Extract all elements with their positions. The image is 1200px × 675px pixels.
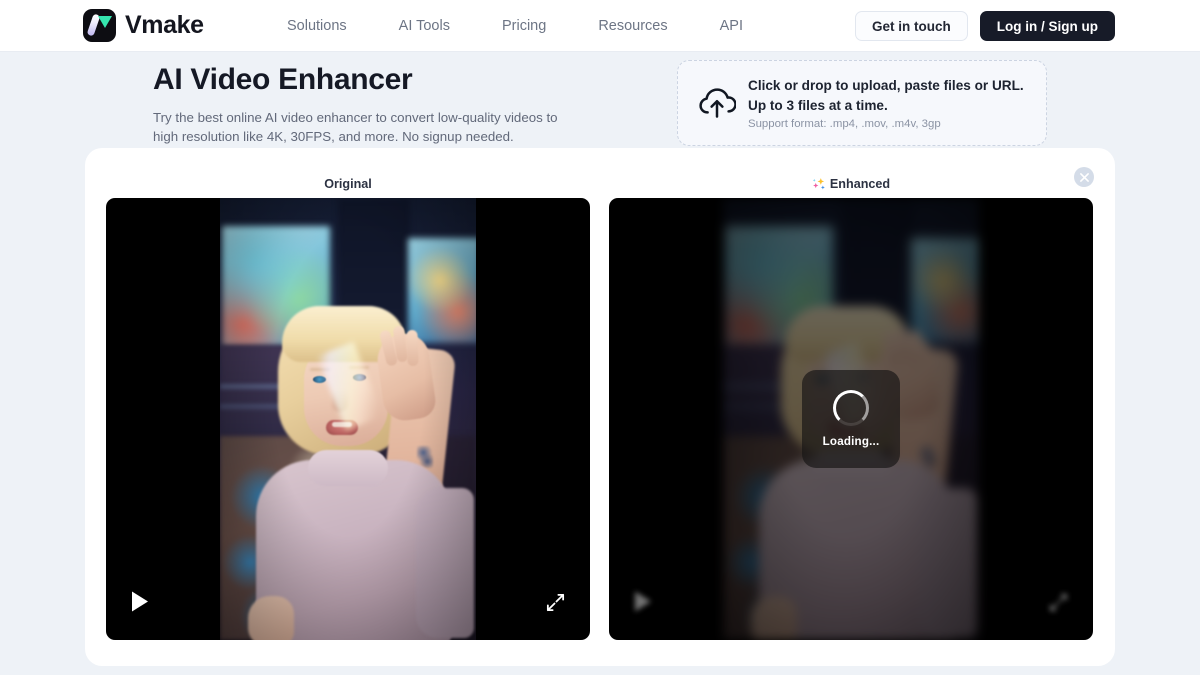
loading-overlay: Loading... bbox=[802, 370, 900, 468]
panel-original-label: Original bbox=[324, 177, 372, 191]
upload-dropzone[interactable]: Click or drop to upload, paste files or … bbox=[677, 60, 1047, 146]
hero-text-block: AI Video Enhancer Try the best online AI… bbox=[153, 63, 653, 146]
panel-original-label-row: Original bbox=[106, 170, 590, 198]
panel-enhanced-label: Enhanced bbox=[829, 177, 891, 191]
fullscreen-expand-icon[interactable] bbox=[545, 592, 566, 618]
panel-original: Original bbox=[106, 170, 590, 640]
brand-logo[interactable]: Vmake bbox=[83, 9, 204, 42]
upload-text-block: Click or drop to upload, paste files or … bbox=[748, 76, 1024, 130]
nav-item-pricing[interactable]: Pricing bbox=[476, 18, 572, 34]
video-panels: Original Enhanced Loading... bbox=[106, 170, 1094, 640]
comparison-card: Original Enhanced Loading... bbox=[85, 148, 1115, 666]
page-title: AI Video Enhancer bbox=[153, 63, 413, 96]
video-frame-original bbox=[220, 198, 476, 640]
sparkles-icon bbox=[812, 177, 827, 192]
vmake-logo-icon bbox=[83, 9, 116, 42]
loading-label: Loading... bbox=[822, 435, 880, 448]
upload-title-line2: Up to 3 files at a time. bbox=[748, 97, 888, 113]
play-icon[interactable] bbox=[633, 590, 653, 618]
nav-item-solutions[interactable]: Solutions bbox=[287, 18, 373, 34]
get-in-touch-button[interactable]: Get in touch bbox=[855, 11, 968, 41]
loading-spinner-icon bbox=[833, 390, 869, 426]
login-signup-button[interactable]: Log in / Sign up bbox=[979, 11, 1115, 41]
header-actions: Get in touch Log in / Sign up bbox=[855, 11, 1115, 41]
video-player-enhanced[interactable]: Loading... bbox=[609, 198, 1093, 640]
video-player-original[interactable] bbox=[106, 198, 590, 640]
nav-item-resources[interactable]: Resources bbox=[572, 18, 693, 34]
scene-vignette bbox=[220, 198, 476, 640]
panel-enhanced: Enhanced Loading... bbox=[609, 170, 1093, 640]
site-header: Vmake Solutions AI Tools Pricing Resourc… bbox=[0, 0, 1200, 52]
panel-enhanced-label-row: Enhanced bbox=[609, 170, 1093, 198]
page-subtitle: Try the best online AI video enhancer to… bbox=[153, 109, 558, 144]
main-nav: Solutions AI Tools Pricing Resources API bbox=[287, 0, 769, 52]
upload-title-line1: Click or drop to upload, paste files or … bbox=[748, 78, 1024, 94]
video-scene bbox=[220, 198, 476, 640]
upload-supported-formats: Support format: .mp4, .mov, .m4v, 3gp bbox=[748, 117, 941, 130]
cloud-upload-icon bbox=[694, 86, 740, 120]
fullscreen-expand-icon[interactable] bbox=[1048, 592, 1069, 618]
nav-item-api[interactable]: API bbox=[694, 18, 769, 34]
brand-name: Vmake bbox=[125, 11, 204, 39]
logo-triangle-shape bbox=[98, 16, 112, 28]
play-icon[interactable] bbox=[130, 590, 150, 618]
nav-item-ai-tools[interactable]: AI Tools bbox=[373, 18, 476, 34]
